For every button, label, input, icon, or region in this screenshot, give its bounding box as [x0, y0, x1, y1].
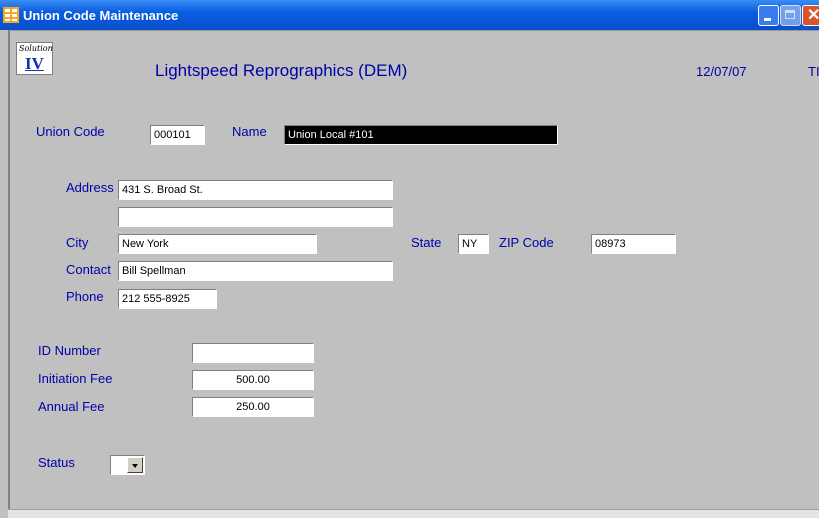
id-number-field[interactable]: [192, 343, 314, 363]
name-label: Name: [232, 124, 267, 139]
city-field[interactable]: New York: [118, 234, 317, 254]
logo-script-text: Solution: [19, 44, 53, 53]
truncated-header-text: TI: [808, 64, 819, 79]
contact-label: Contact: [66, 262, 111, 277]
minimize-button[interactable]: [758, 5, 779, 26]
city-label: City: [66, 235, 89, 250]
app-icon: [3, 7, 19, 23]
union-code-field[interactable]: 000101: [150, 125, 205, 145]
zip-code-field[interactable]: 08973: [591, 234, 676, 254]
status-label: Status: [38, 455, 75, 470]
solution-iv-logo: Solution IV: [16, 42, 53, 75]
company-name: Lightspeed Reprographics (DEM): [155, 61, 408, 80]
title-bar[interactable]: Union Code Maintenance ✕: [0, 0, 819, 30]
initiation-fee-field[interactable]: 500.00: [192, 370, 314, 390]
state-label: State: [411, 235, 442, 250]
logo-mark: IV: [25, 54, 44, 73]
status-dropdown[interactable]: [110, 455, 145, 475]
phone-field[interactable]: 212 555-8925: [118, 289, 217, 309]
address-line1-field[interactable]: 431 S. Broad St.: [118, 180, 393, 200]
initiation-fee-label: Initiation Fee: [38, 371, 113, 386]
annual-fee-field[interactable]: 250.00: [192, 397, 314, 417]
id-number-label: ID Number: [38, 343, 101, 358]
name-field[interactable]: Union Local #101: [284, 125, 558, 145]
close-icon: ✕: [807, 7, 819, 24]
maximize-button[interactable]: [780, 5, 801, 26]
chevron-down-icon[interactable]: [127, 457, 143, 473]
state-field[interactable]: NY: [458, 234, 489, 254]
address-label: Address: [66, 180, 114, 195]
contact-field[interactable]: Bill Spellman: [118, 261, 393, 281]
date-display: 12/07/07: [696, 64, 747, 79]
phone-label: Phone: [66, 289, 104, 304]
annual-fee-label: Annual Fee: [38, 399, 105, 414]
address-line2-field[interactable]: [118, 207, 393, 227]
zip-code-label: ZIP Code: [499, 235, 554, 250]
close-button[interactable]: ✕: [802, 5, 819, 26]
window-title: Union Code Maintenance: [23, 8, 179, 23]
union-code-label: Union Code: [36, 124, 105, 139]
